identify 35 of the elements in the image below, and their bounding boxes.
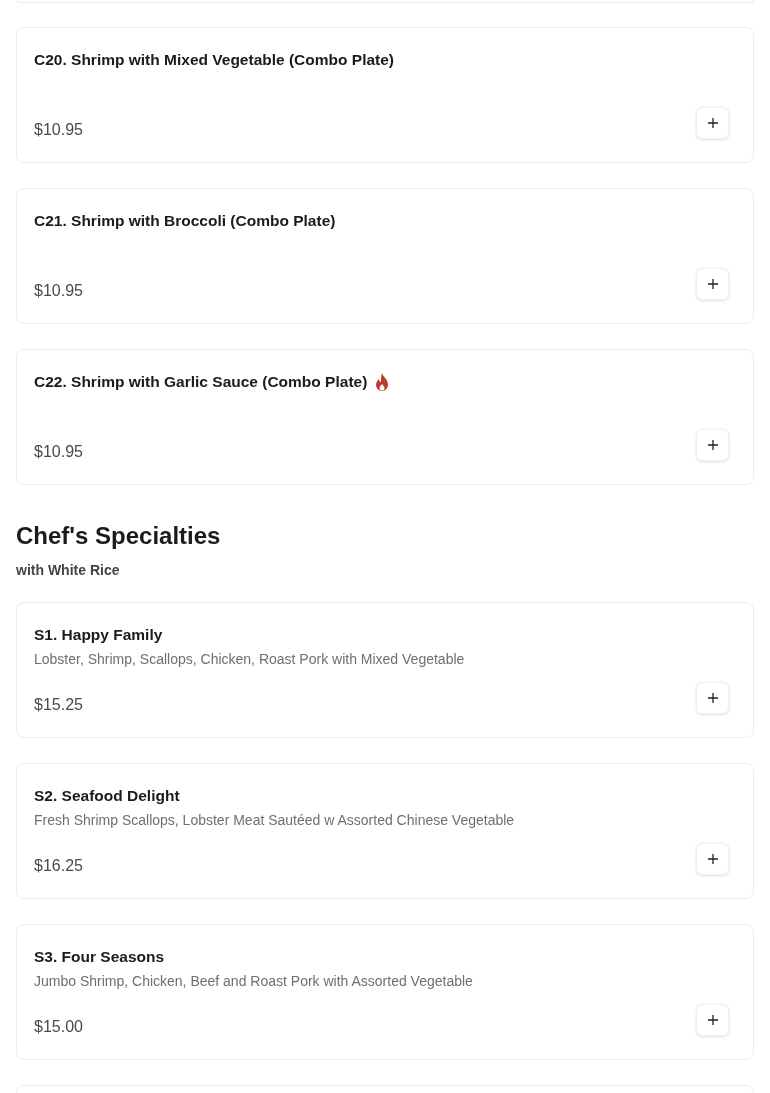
plus-icon	[707, 693, 718, 703]
plus-icon	[707, 118, 718, 128]
plus-icon	[707, 440, 718, 450]
plus-icon	[707, 279, 718, 289]
item-price: $16.25	[34, 857, 83, 875]
item-name: C21. Shrimp with Broccoli (Combo Plate)	[34, 211, 336, 231]
menu-item-card[interactable]: C20. Shrimp with Mixed Vegetable (Combo Plate) $10.95	[16, 27, 754, 163]
add-button[interactable]	[696, 107, 729, 139]
menu-item-card[interactable]: C21. Shrimp with Broccoli (Combo Plate) $10.95	[16, 188, 754, 324]
item-description: Fresh Shrimp Scallops, Lobster Meat Sautéed w Assorted Chinese Vegetable	[34, 811, 516, 829]
add-button[interactable]	[696, 682, 729, 714]
item-name: S1. Happy Family	[34, 625, 163, 645]
item-name: S2. Seafood Delight	[34, 786, 180, 806]
item-price: $10.95	[34, 282, 83, 300]
item-description: Jumbo Shrimp, Chicken, Beef and Roast Pork with Assorted Vegetable	[34, 972, 474, 990]
add-button[interactable]	[696, 843, 729, 875]
menu-item-card[interactable]: S3. Four Seasons Jumbo Shrimp, Chicken, Beef and Roast Pork with Assorted Vegetable $15.00	[16, 924, 754, 1060]
plus-icon	[707, 1015, 718, 1025]
item-name: C20. Shrimp with Mixed Vegetable (Combo Plate)	[34, 50, 394, 70]
item-name: C22. Shrimp with Garlic Sauce (Combo Plate)	[34, 372, 368, 392]
plus-icon	[707, 854, 718, 864]
add-button[interactable]	[696, 1004, 729, 1036]
section-title: Chef's Specialties	[16, 522, 221, 550]
item-price: $15.25	[34, 696, 83, 714]
item-name: S3. Four Seasons	[34, 947, 165, 967]
item-description: Lobster, Shrimp, Scallops, Chicken, Roast Pork with Mixed Vegetable	[34, 650, 466, 668]
menu-item-card[interactable]: S1. Happy Family Lobster, Shrimp, Scallops, Chicken, Roast Pork with Mixed Vegetable $15.25	[16, 602, 754, 738]
add-button[interactable]	[696, 429, 729, 461]
menu-item-card[interactable]: C22. Shrimp with Garlic Sauce (Combo Plate) $10.95	[16, 349, 754, 485]
item-price: $10.95	[34, 443, 83, 461]
item-price: $10.95	[34, 121, 83, 139]
item-price: $15.00	[34, 1018, 83, 1036]
menu-item-card[interactable]: S2. Seafood Delight Fresh Shrimp Scallops, Lobster Meat Sautéed w Assorted Chinese Vegetable $16.25	[16, 763, 754, 899]
add-button[interactable]	[696, 268, 729, 300]
section-subtitle: with White Rice	[16, 562, 120, 578]
